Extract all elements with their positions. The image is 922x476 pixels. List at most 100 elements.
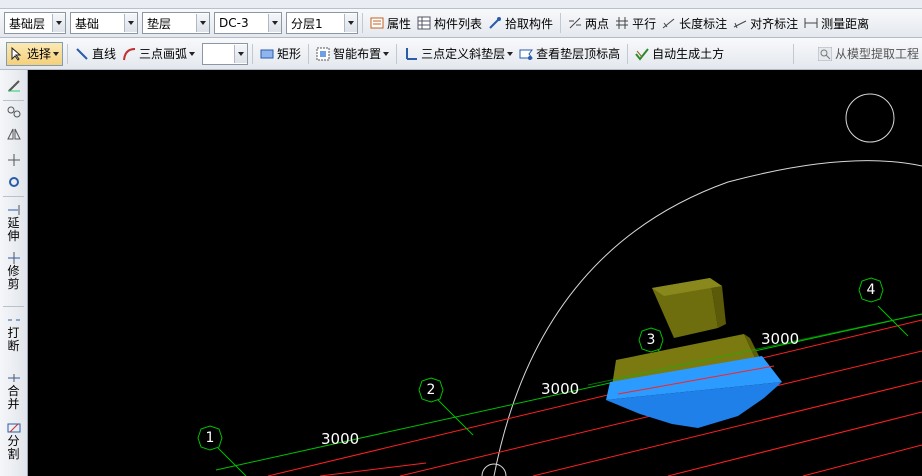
smart-layout-button[interactable]: 智能布置 — [313, 43, 392, 65]
offset-tool[interactable] — [2, 106, 25, 119]
merge-icon — [7, 374, 20, 382]
dimension-label-3-4: 3000 — [761, 330, 800, 348]
three-point-arc-button[interactable]: 三点画弧 — [119, 43, 198, 65]
chevron-down-icon — [268, 14, 281, 32]
aligned-dimension-label: 对齐标注 — [750, 16, 799, 31]
split-label: 分割 — [7, 434, 20, 461]
eyedropper-icon — [489, 17, 502, 29]
toolbar-separator — [308, 43, 310, 64]
rotate-tool[interactable] — [2, 176, 25, 189]
trim-label: 修剪 — [7, 264, 20, 291]
edit-toolbar: 延伸 修剪 打断 合并 分割 — [0, 70, 28, 476]
toolbar-separator — [252, 43, 254, 64]
draw-option-combo[interactable] — [202, 42, 249, 65]
aligned-dimension-button[interactable]: 对齐标注 — [730, 12, 801, 34]
line-icon — [76, 47, 88, 60]
rotate-icon — [8, 177, 19, 187]
mirror-icon — [6, 128, 21, 140]
type-combo[interactable]: 垫层 — [142, 12, 210, 34]
properties-icon — [370, 17, 384, 29]
two-point-label: 两点 — [585, 16, 610, 31]
toolbar-separator — [3, 100, 24, 101]
two-point-icon — [569, 17, 582, 29]
auto-earthwork-label: 自动生成土方 — [652, 47, 725, 61]
drawing-canvas[interactable]: 1 2 3 4 3000 3000 3000 — [28, 70, 922, 476]
toolbar-separator — [560, 13, 562, 33]
break-tool[interactable]: 打断 — [2, 314, 25, 353]
chevron-down-icon — [234, 44, 248, 63]
canvas-drawing — [197, 93, 922, 476]
axis-label-3: 3 — [646, 332, 656, 348]
length-dimension-button[interactable]: 长度标注 — [659, 12, 730, 34]
earthwork-icon — [635, 47, 649, 61]
category-combo[interactable]: 基础 — [70, 12, 138, 34]
elevation-icon — [519, 49, 534, 60]
extract-from-model-label: 从模型提取工程 — [834, 47, 919, 61]
toolbar-separator — [362, 13, 363, 33]
properties-button[interactable]: 属性 — [367, 12, 414, 34]
slope-cushion-label: 三点定义斜垫层 — [421, 47, 506, 61]
component-list-label: 构件列表 — [434, 16, 483, 31]
chevron-down-icon — [53, 51, 60, 56]
dimension-label-2-3: 3000 — [541, 380, 580, 398]
chevron-down-icon — [189, 51, 196, 56]
magnifier-icon — [817, 46, 832, 61]
break-icon — [7, 319, 20, 321]
property-toolbar: 基础层 基础 垫层 DC-3 分层1 属性 构件列表 拾取构件 两点 平行 长度… — [0, 9, 922, 38]
trim-tool[interactable]: 修剪 — [2, 252, 25, 291]
merge-label: 合并 — [7, 384, 20, 411]
measure-distance-button[interactable]: 测量距离 — [801, 12, 872, 34]
draw-toolbar: 选择 直线 三点画弧 矩形 智能布置 三点定义斜垫层 查看垫层顶标高 自动生成土… — [0, 38, 922, 70]
axis-label-1: 1 — [205, 430, 215, 446]
component-combo[interactable]: DC-3 — [214, 12, 282, 34]
chevron-down-icon — [383, 51, 390, 56]
view-top-elevation-label: 查看垫层顶标高 — [536, 47, 621, 61]
chevron-down-icon — [196, 14, 209, 32]
type-combo-value: 垫层 — [147, 16, 172, 31]
select-label: 选择 — [27, 47, 52, 61]
auto-earthwork-button[interactable]: 自动生成土方 — [632, 43, 727, 65]
component-list-button[interactable]: 构件列表 — [414, 12, 485, 34]
line-button[interactable]: 直线 — [72, 43, 119, 65]
split-icon — [7, 423, 20, 433]
split-tool[interactable]: 分割 — [2, 422, 25, 461]
chevron-down-icon — [124, 14, 137, 32]
ruler-icon — [804, 18, 818, 28]
toolbar-separator — [627, 43, 629, 64]
layer-combo[interactable]: 分层1 — [286, 12, 358, 34]
rectangle-label: 矩形 — [277, 47, 302, 61]
floor-combo-value: 基础层 — [9, 16, 46, 31]
extend-tool[interactable]: 延伸 — [2, 204, 25, 243]
extend-icon — [7, 205, 19, 215]
select-button[interactable]: 选择 — [6, 41, 64, 66]
toolbar-separator — [67, 43, 69, 64]
view-circle — [845, 93, 895, 143]
parallel-label: 平行 — [632, 16, 657, 31]
parallel-icon — [616, 17, 629, 29]
axis-label-2: 2 — [426, 382, 436, 398]
aligned-dimension-icon — [733, 20, 747, 29]
line-label: 直线 — [92, 47, 117, 61]
floor-combo[interactable]: 基础层 — [4, 12, 66, 34]
offset-icon — [7, 106, 20, 118]
pick-component-label: 拾取构件 — [505, 16, 554, 31]
mirror-tool[interactable] — [2, 128, 25, 141]
pick-component-button[interactable]: 拾取构件 — [485, 12, 556, 34]
move-tool[interactable] — [2, 154, 25, 167]
rectangle-button[interactable]: 矩形 — [257, 43, 304, 65]
parallel-button[interactable]: 平行 — [612, 12, 659, 34]
slope-icon — [406, 47, 418, 60]
slope-cushion-button[interactable]: 三点定义斜垫层 — [401, 43, 516, 65]
view-top-elevation-button[interactable]: 查看垫层顶标高 — [516, 43, 623, 65]
extend-label: 延伸 — [7, 216, 20, 243]
merge-tool[interactable]: 合并 — [2, 372, 25, 411]
brush-tool[interactable] — [2, 80, 25, 93]
chevron-down-icon — [507, 51, 514, 56]
dimension-label-1-2: 3000 — [321, 430, 360, 448]
measure-distance-label: 测量距离 — [821, 16, 870, 31]
extract-from-model-button[interactable]: 从模型提取工程 — [815, 43, 922, 65]
arc-icon — [123, 47, 136, 60]
toolbar-separator — [3, 196, 24, 197]
two-point-button[interactable]: 两点 — [565, 12, 612, 34]
length-dimension-label: 长度标注 — [679, 16, 728, 31]
